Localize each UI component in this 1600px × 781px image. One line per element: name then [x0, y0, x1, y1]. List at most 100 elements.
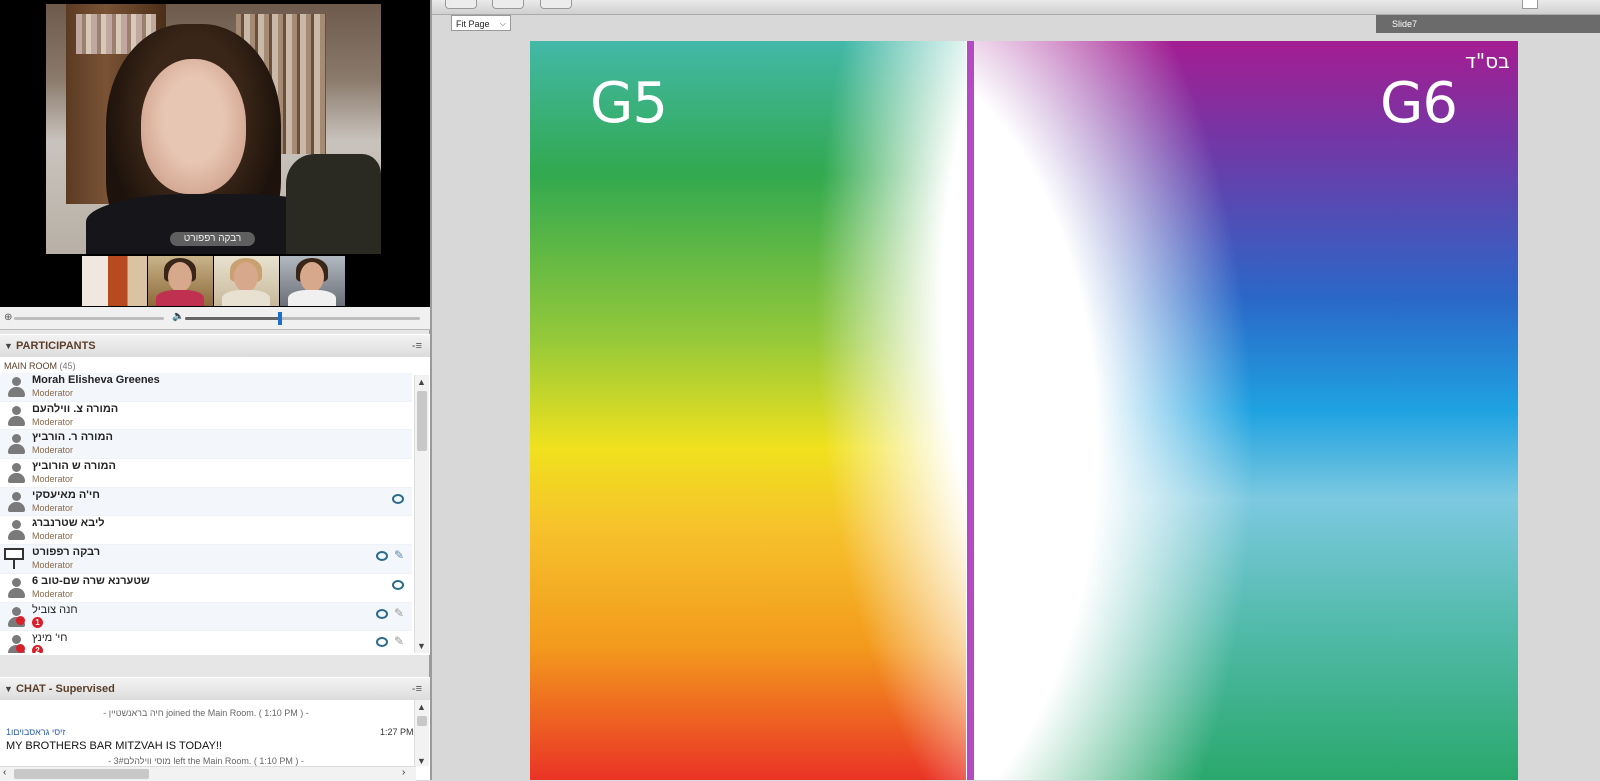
panel-menu-icon[interactable]: -≡ [412, 678, 422, 700]
scroll-right-arrow-icon[interactable]: › [402, 767, 405, 778]
participant-name: המורה צ. ווילהעם [32, 402, 119, 415]
speaker-name-label: רבקה רפפורט [170, 232, 255, 246]
microphone-off-icon[interactable]: ✎ [394, 634, 404, 648]
toolbar-button[interactable] [540, 0, 572, 9]
jacket [286, 154, 381, 254]
participant-role: Moderator [32, 502, 74, 513]
whiteboard-slide[interactable]: G5 G6 בס"ד [530, 41, 1518, 780]
participant-name: המורה ר. הורביץ [32, 431, 113, 444]
raised-hand-icon [16, 644, 25, 653]
thumb-face [234, 262, 258, 292]
hand-order-badge: 2 [32, 645, 43, 653]
participant-row[interactable]: חי'ה מאיעסקי Moderator [0, 487, 412, 517]
participant-role: Moderator [32, 388, 74, 398]
scroll-down-arrow-icon[interactable]: ▼ [417, 641, 426, 651]
participant-row[interactable]: המורה ר. הורביץ Moderator [0, 430, 412, 460]
participant-role: Moderator [32, 416, 74, 427]
scroll-up-arrow-icon[interactable]: ▲ [417, 702, 426, 712]
media-controls: ⊕ 🔈 [0, 307, 430, 330]
participant-name: המורה ש הורוביץ [32, 460, 116, 473]
scroll-up-arrow-icon[interactable]: ▲ [417, 377, 426, 387]
user-icon [7, 519, 25, 541]
scroll-thumb[interactable] [417, 716, 427, 726]
user-icon [7, 433, 25, 455]
microphone-off-icon[interactable]: ✎ [394, 606, 404, 620]
chat-sender: זיסי גראסבויםו1 [6, 727, 66, 737]
chat-header[interactable]: ▼ CHAT - Supervised -≡ [0, 677, 430, 701]
participants-panel: MAIN ROOM (45) Morah Elisheva Greenes Mo… [0, 357, 430, 655]
participant-name: שטערנא שרה שם-טוב 6 [32, 574, 150, 587]
grade-label-right: G6 [1380, 71, 1458, 136]
chat-scrollbar[interactable]: ▲ ▼ [414, 700, 429, 766]
participants-scrollbar[interactable]: ▲ ▼ [414, 375, 429, 653]
zoom-select-value: Fit Page [456, 19, 490, 29]
participant-name: ליבא שטרנברג [32, 517, 105, 530]
participant-row[interactable]: רבקה רפפורט Moderator ✎ [0, 545, 412, 574]
room-label: MAIN ROOM (45) [4, 361, 76, 371]
zoom-select[interactable]: Fit Page ⌵ [451, 15, 511, 31]
chat-timestamp: 1:27 PM [380, 727, 414, 737]
scroll-left-arrow-icon[interactable]: ‹ [3, 767, 6, 778]
chat-system-message: - חיה בראנשטיין joined the Main Room. ( … [103, 708, 309, 718]
volume-knob[interactable] [278, 312, 282, 325]
participant-name: רבקה רפפורט [32, 546, 101, 559]
chat-horizontal-scrollbar[interactable]: ‹ › [0, 766, 416, 781]
collapse-triangle-icon[interactable]: ▼ [4, 335, 13, 357]
camera-icon[interactable] [376, 637, 388, 648]
participant-role: Moderator [32, 445, 74, 456]
camera-icon[interactable] [376, 551, 388, 562]
main-video-feed[interactable] [46, 4, 381, 254]
mic-level-icon[interactable]: ⊕ [4, 312, 12, 323]
participant-row[interactable]: שטערנא שרה שם-טוב 6 Moderator [0, 574, 412, 603]
microphone-icon[interactable]: ✎ [394, 548, 404, 562]
speaker-face [141, 59, 246, 194]
participant-row[interactable]: המורה ש הורוביץ Moderator [0, 459, 412, 488]
video-thumbnail[interactable] [82, 256, 147, 306]
scroll-thumb[interactable] [14, 769, 149, 779]
participants-title: PARTICIPANTS [16, 340, 96, 352]
participant-list: Morah Elisheva Greenes Moderator המורה צ… [0, 373, 412, 653]
speaker-icon[interactable]: 🔈 [172, 311, 184, 322]
video-panel: רבקה רפפורט [0, 0, 430, 307]
camera-icon[interactable] [392, 493, 404, 504]
mic-level-slider[interactable] [14, 317, 164, 320]
video-thumbnail[interactable] [280, 256, 345, 306]
participant-row[interactable]: המורה צ. ווילהעם Moderator [0, 402, 412, 431]
participant-row[interactable]: חי' מינץ 2 ✎ [0, 631, 412, 653]
camera-icon[interactable] [376, 608, 388, 619]
toolbar-button[interactable] [1522, 0, 1538, 9]
camera-icon[interactable] [392, 579, 404, 590]
slide-tab[interactable]: Slide7 [1376, 15, 1600, 33]
slide-right-gradient [974, 41, 1518, 780]
left-panel: רבקה רפפורט ⊕ 🔈 ▼ PARTICIPANTS -≡ MAIN R… [0, 0, 432, 781]
chat-title: CHAT - Supervised [16, 683, 115, 695]
participant-name: חי' מינץ [32, 632, 68, 645]
participant-role: Moderator [32, 588, 74, 599]
participant-name: חי'ה מאיעסקי [32, 488, 100, 501]
participant-row[interactable]: חנה צוביל 1 ✎ [0, 602, 412, 632]
slide-left-gradient [530, 41, 966, 780]
user-icon [7, 491, 25, 513]
chat-message: MY BROTHERS BAR MITZVAH IS TODAY!! [6, 740, 222, 752]
participant-name: חנה צוביל [32, 603, 78, 616]
toolbar-button[interactable] [492, 0, 524, 9]
panel-menu-icon[interactable]: -≡ [412, 335, 422, 357]
video-thumbnail[interactable] [214, 256, 279, 306]
chat-system-message: - מוסי ווילהלם3# left the Main Room. ( 1… [108, 756, 304, 766]
thumb-shirt [288, 290, 336, 306]
video-thumbnail[interactable] [148, 256, 213, 306]
user-icon [7, 577, 25, 599]
toolbar-button[interactable] [445, 0, 477, 9]
thumb-shirt [156, 290, 204, 306]
hand-order-badge: 1 [32, 616, 43, 628]
participant-row[interactable]: ליבא שטרנברג Moderator [0, 516, 412, 546]
scroll-thumb[interactable] [417, 391, 427, 451]
collapse-triangle-icon[interactable]: ▼ [4, 678, 13, 700]
presenter-sign-pole [13, 560, 15, 570]
corner-hebrew-text: בס"ד [1465, 49, 1510, 73]
scroll-down-arrow-icon[interactable]: ▼ [417, 756, 426, 766]
participants-header[interactable]: ▼ PARTICIPANTS -≡ [0, 334, 430, 358]
participant-name: Morah Elisheva Greenes [32, 374, 160, 386]
user-icon [7, 376, 25, 398]
participant-row[interactable]: Morah Elisheva Greenes Moderator [0, 373, 412, 402]
